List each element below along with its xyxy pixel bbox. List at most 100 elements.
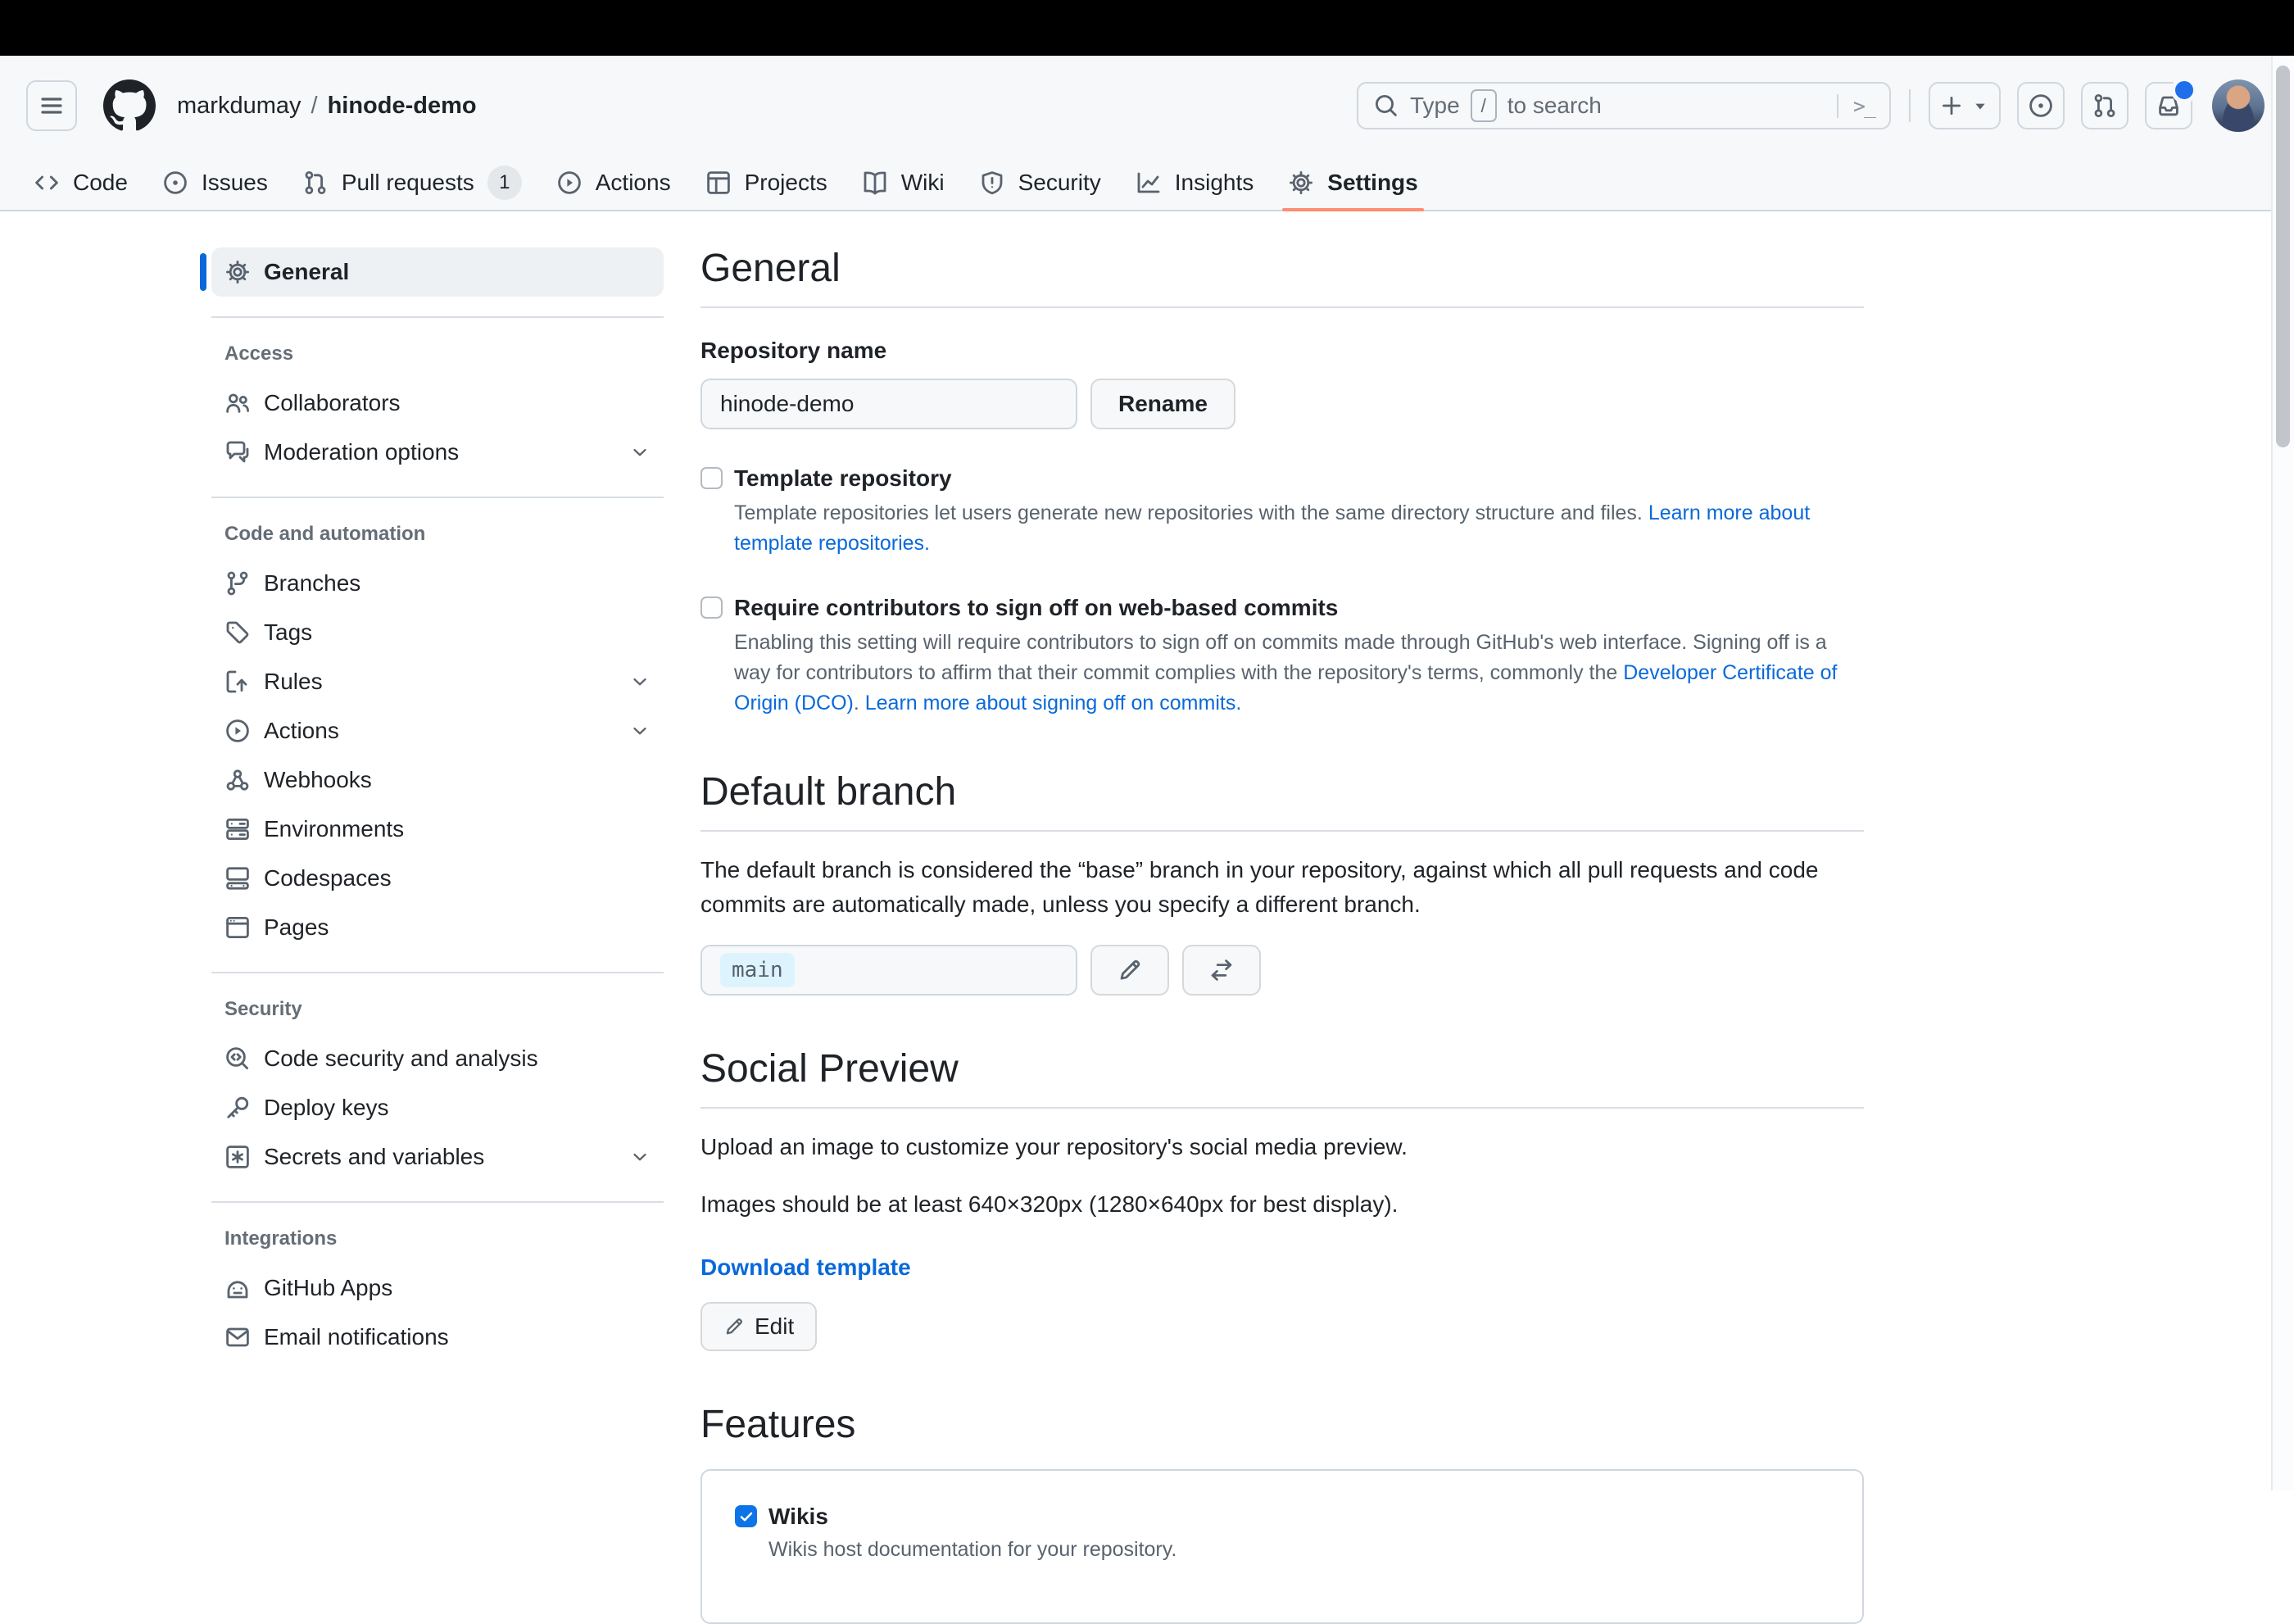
caret-down-icon	[1975, 103, 1985, 110]
sidebar-item-label: Codespaces	[264, 865, 392, 891]
tab-pull-requests[interactable]: Pull requests 1	[288, 156, 536, 210]
sidebar-item-webhooks[interactable]: Webhooks	[211, 755, 664, 805]
switch-default-branch-button[interactable]	[1182, 945, 1261, 996]
settings-sidebar: General Access Collaborators Moderation …	[200, 247, 664, 1362]
breadcrumb-separator: /	[311, 92, 318, 119]
unread-notification-dot	[2171, 77, 2197, 103]
wikis-feature: Wikis Wikis host documentation for your …	[735, 1502, 1829, 1565]
issues-dashboard-button[interactable]	[2017, 82, 2065, 129]
sidebar-item-deploy-keys[interactable]: Deploy keys	[211, 1083, 664, 1132]
sidebar-divider	[211, 316, 664, 318]
tab-insights[interactable]: Insights	[1122, 156, 1268, 210]
template-repository-setting: Template repository Template repositorie…	[700, 464, 1864, 559]
create-new-button[interactable]	[1929, 82, 2001, 129]
default-branch-heading: Default branch	[700, 769, 1864, 832]
sidebar-item-label: General	[264, 259, 350, 284]
webhook-icon	[226, 769, 249, 791]
repository-name-input[interactable]	[700, 379, 1077, 429]
default-branch-description: The default branch is considered the “ba…	[700, 857, 1819, 917]
sidebar-item-codespaces[interactable]: Codespaces	[211, 854, 664, 903]
tab-settings[interactable]: Settings	[1274, 156, 1431, 211]
tab-label: Issues	[201, 170, 268, 195]
tab-wiki[interactable]: Wiki	[848, 156, 959, 210]
sidebar-item-label: Tags	[264, 619, 313, 645]
breadcrumb-repo[interactable]: hinode-demo	[328, 93, 477, 120]
sidebar-item-actions[interactable]: Actions	[211, 706, 664, 755]
search-placeholder-after: to search	[1507, 93, 1602, 118]
gear-icon	[226, 261, 249, 284]
tab-security[interactable]: Security	[965, 156, 1115, 210]
github-logo-icon[interactable]	[103, 79, 156, 132]
scrollbar-thumb[interactable]	[2276, 66, 2290, 447]
signoff-learn-more-link[interactable]: Learn more about signing off on commits.	[865, 692, 1242, 714]
hamburger-menu-button[interactable]	[26, 80, 77, 131]
hamburger-icon	[41, 98, 62, 114]
sidebar-item-rules[interactable]: Rules	[211, 657, 664, 706]
chevron-down-icon	[633, 1153, 646, 1161]
arrow-switch-icon	[1211, 959, 1232, 981]
sidebar-section-integrations: Integrations	[224, 1227, 338, 1250]
play-icon	[557, 171, 581, 194]
pencil-icon	[726, 1318, 742, 1335]
sidebar-item-label: Rules	[264, 669, 323, 694]
sidebar-item-github-apps[interactable]: GitHub Apps	[211, 1263, 664, 1313]
edit-button-label: Edit	[755, 1313, 795, 1339]
tab-label: Code	[73, 170, 128, 195]
header-divider	[1909, 89, 1911, 122]
template-repository-checkbox[interactable]	[700, 467, 723, 489]
template-repository-label: Template repository	[734, 465, 952, 491]
rename-button[interactable]: Rename	[1090, 379, 1235, 429]
default-branch-input[interactable]: main	[700, 945, 1077, 996]
download-template-link[interactable]: Download template	[700, 1254, 911, 1281]
sidebar-divider	[211, 497, 664, 498]
git-pull-request-icon	[305, 171, 326, 195]
sidebar-section-access: Access	[224, 342, 294, 365]
sidebar-item-secrets-and-variables[interactable]: Secrets and variables	[211, 1132, 664, 1182]
tab-label: Pull requests	[341, 170, 474, 195]
sidebar-item-label: Deploy keys	[264, 1095, 389, 1120]
hubot-icon	[227, 1281, 248, 1299]
breadcrumb-owner[interactable]: markdumay	[177, 93, 301, 120]
sidebar-item-email-notifications[interactable]: Email notifications	[211, 1313, 664, 1362]
slash-key-icon: /	[1470, 89, 1497, 122]
wikis-checkbox[interactable]	[735, 1505, 757, 1527]
tab-issues[interactable]: Issues	[148, 156, 282, 210]
edit-social-preview-button[interactable]: Edit	[700, 1302, 818, 1351]
signoff-description: Enabling this setting will require contr…	[734, 628, 1848, 719]
sidebar-item-collaborators[interactable]: Collaborators	[211, 379, 664, 428]
sidebar-item-code-security[interactable]: Code security and analysis	[211, 1034, 664, 1083]
sidebar-item-pages[interactable]: Pages	[211, 903, 664, 952]
graph-icon	[1137, 172, 1160, 193]
chevron-down-icon	[633, 727, 646, 735]
signoff-setting: Require contributors to sign off on web-…	[700, 593, 1864, 719]
sidebar-item-moderation-options[interactable]: Moderation options	[211, 428, 664, 477]
sidebar-item-environments[interactable]: Environments	[211, 805, 664, 854]
pull-requests-dashboard-button[interactable]	[2081, 82, 2129, 129]
social-preview-line2: Images should be at least 640×320px (128…	[700, 1191, 1399, 1217]
tab-label: Actions	[595, 170, 671, 195]
edit-default-branch-button[interactable]	[1090, 945, 1169, 996]
rules-icon	[226, 670, 247, 693]
user-avatar[interactable]	[2212, 79, 2265, 132]
tab-label: Wiki	[900, 170, 945, 195]
sidebar-item-tags[interactable]: Tags	[211, 608, 664, 657]
tab-actions[interactable]: Actions	[542, 156, 685, 210]
sidebar-item-branches[interactable]: Branches	[211, 559, 664, 608]
general-heading: General	[700, 246, 1864, 308]
wikis-description: Wikis host documentation for your reposi…	[768, 1538, 1177, 1561]
check-icon	[740, 1512, 752, 1521]
sidebar-item-label: Pages	[264, 914, 329, 940]
signoff-checkbox[interactable]	[700, 597, 723, 619]
tab-projects[interactable]: Projects	[691, 156, 841, 210]
people-icon	[226, 393, 249, 413]
pull-requests-count-badge: 1	[487, 166, 522, 200]
inbox-button[interactable]	[2145, 77, 2197, 129]
key-icon	[227, 1096, 249, 1118]
sidebar-item-general[interactable]: General	[200, 247, 664, 297]
sidebar-item-label: Webhooks	[264, 767, 372, 792]
global-search-input[interactable]: Type / to search >_	[1357, 82, 1891, 129]
scrollbar-track[interactable]	[2271, 56, 2294, 1490]
command-palette-icon[interactable]: >_	[1836, 93, 1876, 118]
tab-code[interactable]: Code	[20, 156, 142, 210]
tab-label: Security	[1018, 170, 1101, 195]
